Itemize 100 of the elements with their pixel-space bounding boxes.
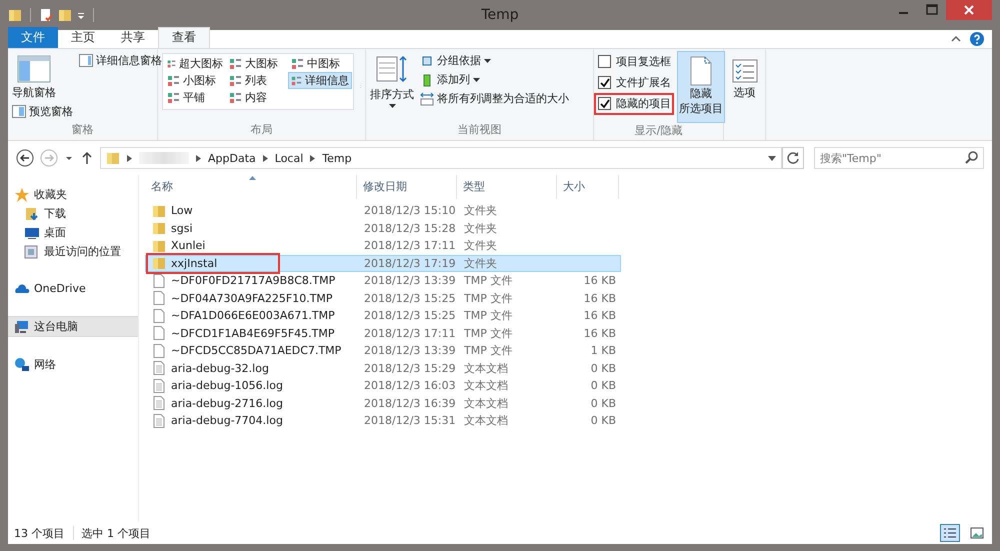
properties-icon[interactable]: [39, 8, 53, 22]
checkbox-option[interactable]: 项目复选框: [598, 53, 671, 70]
collapse-ribbon-icon[interactable]: [950, 34, 962, 44]
file-row[interactable]: Low 2018/12/3 15:10 文件夹: [145, 202, 621, 220]
layout-option[interactable]: 小图标: [164, 72, 226, 89]
layout-option[interactable]: 中图标: [288, 55, 352, 72]
sidebar-item[interactable]: 最近访问的位置: [8, 242, 138, 261]
file-row[interactable]: ~DF0F0FD21717A9B8C8.TMP 2018/12/3 13:39 TMP 文件 16 KB: [145, 272, 621, 290]
layout-option[interactable]: 内容: [226, 89, 288, 106]
navigation-pane-button[interactable]: 导航窗格: [12, 53, 56, 100]
ribbon-tab[interactable]: 文件: [8, 27, 58, 48]
folder-icon: [152, 221, 166, 236]
layout-option[interactable]: 大图标: [226, 55, 288, 72]
ribbon-tab[interactable]: 查看: [158, 27, 210, 48]
text-file-icon: [152, 378, 166, 393]
view-icon: [229, 74, 242, 86]
file-row[interactable]: aria-debug-7704.log 2018/12/3 15:31 文本文档 0 KB: [145, 412, 621, 430]
ribbon-tab[interactable]: 共享: [108, 28, 158, 48]
layout-option[interactable]: 列表: [226, 72, 288, 89]
sidebar-item[interactable]: 网络: [8, 355, 138, 374]
date-cell-text: 2018/12/3 13:39: [363, 274, 457, 288]
date-cell-text: 2018/12/3 15:25: [363, 309, 457, 322]
address-bar[interactable]: AppData Local Temp: [100, 147, 782, 169]
search-icon[interactable]: [965, 151, 978, 164]
size-cell-text: 0 KB: [590, 362, 617, 375]
type-cell-text: 文件夹: [463, 238, 498, 254]
add-column-button[interactable]: 添加列: [420, 72, 480, 87]
file-row[interactable]: aria-debug-1056.log 2018/12/3 16:03 文本文档 0 KB: [145, 377, 621, 394]
path-crumb[interactable]: Local: [274, 152, 304, 164]
file-row[interactable]: sgsi 2018/12/3 15:28 文件夹: [145, 220, 621, 237]
sidebar-item[interactable]: 这台电脑: [8, 316, 138, 337]
close-icon[interactable]: [963, 4, 975, 16]
new-folder-icon[interactable]: [58, 8, 72, 22]
file-row[interactable]: aria-debug-32.log 2018/12/3 15:29 文本文档 0 KB: [145, 360, 621, 377]
preview-pane-button[interactable]: 预览窗格: [12, 104, 73, 119]
size-cell-text: 16 KB: [582, 292, 617, 305]
layout-option[interactable]: 超大图标: [164, 55, 226, 72]
group-by-button[interactable]: 分组依据: [420, 53, 491, 68]
text-file-icon: [152, 396, 166, 410]
chevron-icon[interactable]: [127, 154, 132, 162]
file-name: Xunlei: [171, 239, 206, 252]
size-cell-text: 0 KB: [590, 379, 617, 392]
ribbon-tab[interactable]: 主页: [58, 28, 108, 48]
layout-option[interactable]: 平铺: [164, 89, 226, 106]
path-crumb[interactable]: AppData: [208, 152, 256, 164]
details-view-icon[interactable]: [940, 524, 960, 542]
chevron-icon[interactable]: [262, 154, 268, 162]
layout-option[interactable]: 详细信息: [288, 72, 352, 89]
folder-icon: [152, 256, 166, 270]
file-row[interactable]: Xunlei 2018/12/3 17:11 文件夹: [145, 237, 621, 254]
close-button[interactable]: [946, 0, 992, 20]
column-header[interactable]: 大小: [557, 175, 619, 199]
recent-places-icon: [24, 244, 40, 260]
column-header[interactable]: 修改日期: [357, 175, 457, 199]
details-pane-icon: [79, 54, 93, 67]
up-icon[interactable]: [80, 150, 94, 166]
sidebar-item[interactable]: OneDrive: [8, 279, 138, 298]
folder-icon: [152, 204, 166, 218]
view-icon: [167, 58, 176, 70]
sidebar-item[interactable]: 收藏夹: [8, 185, 138, 204]
hide-selected-button[interactable]: 隐藏 所选项目: [677, 51, 725, 123]
checkbox[interactable]: [598, 97, 611, 110]
folder-icon[interactable]: [8, 8, 22, 22]
checkbox[interactable]: [598, 55, 611, 68]
checkbox-option[interactable]: 文件扩展名: [598, 74, 671, 91]
details-pane-button[interactable]: 详细信息窗格: [79, 53, 162, 68]
file-row[interactable]: xxjInstal 2018/12/3 17:19 文件夹: [145, 254, 621, 272]
type-cell-text: 文件夹: [463, 256, 498, 271]
file-name: ~DFCD1F1AB4E69F5F45.TMP: [171, 326, 334, 340]
chevron-icon[interactable]: [196, 154, 201, 162]
dropdown-icon[interactable]: [768, 156, 776, 160]
checkbox[interactable]: [598, 76, 611, 89]
file-name: aria-debug-7704.log: [171, 414, 283, 428]
refresh-icon[interactable]: [782, 147, 804, 169]
search-field[interactable]: 搜索"Temp": [814, 147, 984, 169]
options-button[interactable]: 选项: [728, 53, 761, 100]
back-icon[interactable]: [16, 149, 34, 167]
file-row[interactable]: ~DF04A730A9FA225F10.TMP 2018/12/3 15:25 TMP 文件 16 KB: [145, 290, 621, 307]
sidebar-item[interactable]: 桌面: [8, 223, 138, 242]
sidebar-item[interactable]: 下载: [8, 204, 138, 223]
column-header[interactable]: 类型: [457, 175, 557, 199]
file-row[interactable]: ~DFCD1F1AB4E69F5F45.TMP 2018/12/3 17:11 TMP 文件 16 KB: [145, 324, 621, 342]
window-title: Temp: [481, 7, 519, 23]
file-row[interactable]: ~DFA1D066E6E003A671.TMP 2018/12/3 15:25 TMP 文件 16 KB: [145, 307, 621, 324]
preview-pane-icon: [12, 105, 26, 118]
file-icon: [152, 291, 166, 306]
checkbox-option[interactable]: 隐藏的项目: [598, 95, 671, 112]
file-icon: [152, 308, 166, 323]
file-row[interactable]: aria-debug-2716.log 2018/12/3 16:39 文本文档 0 KB: [145, 394, 621, 412]
path-crumb[interactable]: Temp: [322, 152, 352, 164]
chevron-icon[interactable]: [310, 154, 316, 162]
group-icon: [420, 54, 434, 68]
file-icon: [152, 344, 166, 358]
sort-by-button[interactable]: 排序方式: [370, 53, 414, 108]
checklist-icon: [732, 59, 758, 83]
file-row[interactable]: ~DFCD5CC85DA71AEDC7.TMP 2018/12/3 13:39 TMP 文件 1 KB: [145, 342, 621, 360]
fit-columns-button[interactable]: 将所有列调整为合适的大小: [420, 91, 569, 106]
help-icon[interactable]: [970, 32, 984, 46]
date-cell-text: 2018/12/3 15:31: [363, 414, 457, 428]
size-cell-text: 0 KB: [590, 396, 617, 410]
